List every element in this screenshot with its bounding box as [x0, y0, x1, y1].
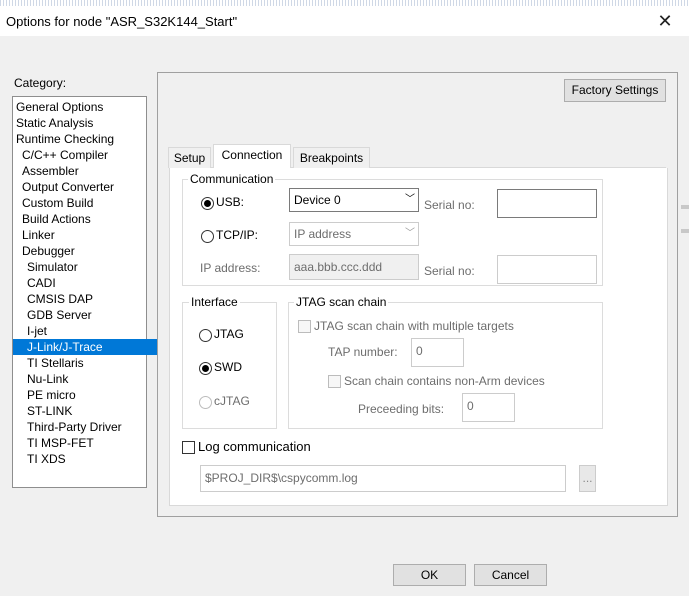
chevron-down-icon: ﹀: [405, 228, 415, 239]
close-icon[interactable]: ✕: [654, 10, 676, 32]
tap-number-label: TAP number:: [328, 345, 398, 359]
tcpip-radio[interactable]: [201, 230, 214, 243]
category-item[interactable]: General Options: [13, 99, 149, 115]
ip-address-placeholder: aaa.bbb.ccc.ddd: [294, 260, 383, 274]
connection-tab-body: Communication USB: Device 0 ﹀ Serial no:…: [169, 168, 668, 506]
communication-title: Communication: [188, 172, 276, 186]
parent-window-edge: [681, 205, 689, 265]
usb-radio[interactable]: [201, 197, 214, 210]
title-bar: Options for node "ASR_S32K144_Start" ✕: [0, 6, 689, 36]
category-item[interactable]: Third-Party Driver: [13, 419, 160, 435]
category-item[interactable]: Nu-Link: [13, 371, 160, 387]
tab-breakpoints[interactable]: Breakpoints: [293, 147, 370, 168]
jtag-label: JTAG: [214, 327, 244, 341]
tcpip-mode-value: IP address: [294, 227, 352, 241]
tab-setup[interactable]: Setup: [168, 147, 211, 168]
usb-label: USB:: [216, 195, 245, 209]
serial-input[interactable]: [497, 189, 597, 218]
chevron-down-icon: ﹀: [405, 194, 415, 205]
preceding-bits-value: 0: [467, 399, 474, 413]
log-communication-label: Log communication: [198, 439, 311, 454]
category-item[interactable]: Output Converter: [13, 179, 155, 195]
category-item[interactable]: CADI: [13, 275, 160, 291]
log-path-input[interactable]: $PROJ_DIR$\cspycomm.log: [200, 465, 566, 492]
category-label: Category:: [14, 76, 67, 90]
serial-label: Serial no:: [424, 198, 475, 212]
cjtag-radio[interactable]: [199, 396, 212, 409]
tap-number-input[interactable]: 0: [411, 338, 464, 367]
category-item[interactable]: Debugger: [13, 243, 155, 259]
category-item[interactable]: TI XDS: [13, 451, 160, 467]
category-item[interactable]: GDB Server: [13, 307, 160, 323]
window-title: Options for node "ASR_S32K144_Start": [6, 14, 238, 29]
options-panel: Factory Settings Setup Connection Breakp…: [157, 72, 678, 517]
category-item[interactable]: PE micro: [13, 387, 160, 403]
log-path-value: $PROJ_DIR$\cspycomm.log: [205, 471, 358, 485]
jtag-radio[interactable]: [199, 329, 212, 342]
ip-address-label: IP address:: [200, 261, 261, 275]
serial-input-2[interactable]: [497, 255, 597, 284]
cjtag-label: cJTAG: [214, 394, 250, 408]
swd-label: SWD: [214, 360, 242, 374]
category-item[interactable]: CMSIS DAP: [13, 291, 160, 307]
log-communication-checkbox[interactable]: [182, 441, 195, 454]
category-item[interactable]: Runtime Checking: [13, 131, 149, 147]
cancel-button[interactable]: Cancel: [474, 564, 547, 586]
tab-connection[interactable]: Connection: [213, 144, 291, 168]
category-item[interactable]: I-jet: [13, 323, 160, 339]
interface-title: Interface: [189, 295, 240, 309]
ip-address-input[interactable]: aaa.bbb.ccc.ddd: [289, 254, 419, 280]
non-arm-label: Scan chain contains non-Arm devices: [344, 374, 545, 388]
preceding-bits-input[interactable]: 0: [462, 393, 515, 422]
tcpip-label: TCP/IP:: [216, 228, 259, 242]
browse-button[interactable]: ...: [579, 465, 596, 492]
usb-device-value: Device 0: [294, 193, 341, 207]
jtag-chain-title: JTAG scan chain: [294, 295, 389, 309]
tcpip-mode-select[interactable]: IP address ﹀: [289, 222, 419, 246]
non-arm-checkbox[interactable]: [328, 375, 341, 388]
factory-settings-button[interactable]: Factory Settings: [564, 79, 666, 102]
category-item[interactable]: TI Stellaris: [13, 355, 160, 371]
preceding-bits-label: Preceeding bits:: [358, 402, 445, 416]
serial-label-2: Serial no:: [424, 264, 475, 278]
category-item[interactable]: Simulator: [13, 259, 160, 275]
multi-targets-checkbox[interactable]: [298, 320, 311, 333]
category-item[interactable]: Build Actions: [13, 211, 155, 227]
category-item[interactable]: TI MSP-FET: [13, 435, 160, 451]
category-item[interactable]: Assembler: [13, 163, 155, 179]
category-list[interactable]: General Options Static Analysis Runtime Ch…: [12, 96, 160, 488]
usb-device-select[interactable]: Device 0 ﹀: [289, 188, 419, 212]
swd-radio[interactable]: [199, 362, 212, 375]
ok-button[interactable]: OK: [393, 564, 466, 586]
category-item[interactable]: Static Analysis: [13, 115, 149, 131]
category-item[interactable]: ST-LINK: [13, 403, 160, 419]
category-item[interactable]: J-Link/J-Trace: [13, 339, 160, 355]
multi-targets-label: JTAG scan chain with multiple targets: [314, 319, 514, 333]
category-item[interactable]: Custom Build: [13, 195, 155, 211]
category-item[interactable]: C/C++ Compiler: [13, 147, 155, 163]
category-item[interactable]: Linker: [13, 227, 155, 243]
tap-number-value: 0: [416, 344, 423, 358]
